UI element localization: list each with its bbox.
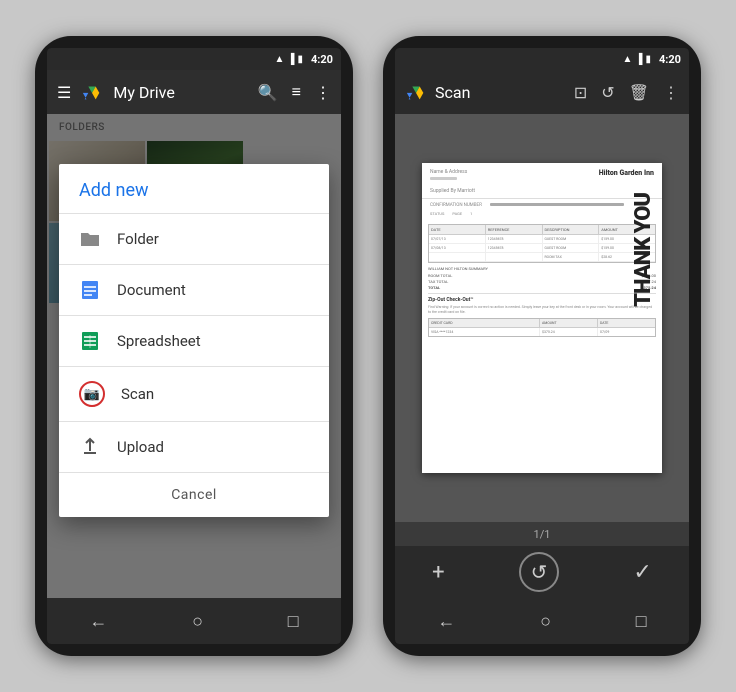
- rotate-icon[interactable]: ↺: [601, 83, 614, 102]
- signal-icon: ▐: [287, 54, 294, 65]
- battery-icon: ▮: [297, 54, 303, 65]
- retake-button[interactable]: ↺: [519, 552, 559, 592]
- back-button-right[interactable]: ←: [437, 611, 455, 632]
- add-new-modal: Add new Folder: [59, 164, 329, 517]
- scan-circle-highlight: 📷: [79, 381, 105, 407]
- wifi-icon: ▲: [274, 54, 284, 65]
- battery-icon-right: ▮: [645, 54, 651, 65]
- page-counter: 1/1: [395, 522, 689, 546]
- status-bar-left: ▲ ▐ ▮ 4:20: [47, 48, 341, 70]
- modal-item-upload[interactable]: Upload: [59, 422, 329, 472]
- modal-item-document[interactable]: Document: [59, 265, 329, 315]
- scanned-document: Name & Address Supplied By Marriott Hilt…: [422, 163, 662, 473]
- action-bar: + ↺ ✓: [395, 546, 689, 598]
- delete-icon[interactable]: 🗑: [629, 83, 649, 102]
- upload-icon: [79, 436, 101, 458]
- modal-item-spreadsheet[interactable]: Spreadsheet: [59, 316, 329, 366]
- upload-label: Upload: [117, 438, 164, 456]
- add-page-button[interactable]: +: [432, 560, 444, 585]
- phone-right: ▲ ▐ ▮ 4:20 Scan ⊡ ↺ 🗑 ⋮: [383, 36, 701, 656]
- folder-label: Folder: [117, 230, 159, 248]
- hotel-name: Hilton Garden Inn: [599, 169, 654, 178]
- toolbar-icons-left: 🔍 ≡ ⋮: [258, 82, 331, 102]
- scan-toolbar-icons: ⊡ ↺ 🗑 ⋮: [574, 83, 679, 102]
- scan-toolbar: Scan ⊡ ↺ 🗑 ⋮: [395, 70, 689, 114]
- home-button-right[interactable]: ○: [540, 611, 551, 632]
- hamburger-icon[interactable]: ☰: [57, 83, 71, 102]
- retake-icon: ↺: [531, 560, 548, 584]
- scan-title: Scan: [435, 83, 566, 102]
- bottom-nav-right: ← ○ □: [395, 598, 689, 644]
- receipt-header: Name & Address Supplied By Marriott Hilt…: [422, 163, 662, 199]
- cancel-button[interactable]: Cancel: [59, 473, 329, 517]
- status-bar-right: ▲ ▐ ▮ 4:20: [395, 48, 689, 70]
- recents-button[interactable]: □: [288, 611, 299, 632]
- wifi-icon-right: ▲: [622, 54, 632, 65]
- document-icon: [79, 279, 101, 301]
- recents-button-right[interactable]: □: [636, 611, 647, 632]
- status-icons-right: ▲ ▐ ▮: [622, 54, 651, 65]
- status-icons: ▲ ▐ ▮: [274, 54, 303, 65]
- phone-left: ▲ ▐ ▮ 4:20 ☰ My Drive 🔍 ≡ ⋮ FOLDER: [35, 36, 353, 656]
- status-time-left: 4:20: [311, 53, 333, 66]
- page-counter-text: 1/1: [534, 528, 551, 541]
- receipt-table: DATE REFERENCE DESCRIPTION AMOUNT 07/07/…: [428, 224, 656, 263]
- scan-label: Scan: [121, 385, 154, 403]
- signal-icon-right: ▐: [635, 54, 642, 65]
- back-button[interactable]: ←: [89, 611, 107, 632]
- more-icon-right[interactable]: ⋮: [663, 83, 679, 102]
- folder-icon: [79, 228, 101, 250]
- bottom-nav-left: ← ○ □: [47, 598, 341, 644]
- spreadsheet-label: Spreadsheet: [117, 332, 201, 350]
- drive-logo-right: [405, 81, 427, 103]
- modal-title: Add new: [59, 164, 329, 214]
- modal-item-scan[interactable]: 📷 Scan: [59, 367, 329, 421]
- checkout-section: Zip-Out Check-Out™ Find Warning: If your…: [428, 293, 656, 315]
- receipt-body: CONFIRMATION NUMBER STATUS PAGE 1: [422, 199, 662, 222]
- confirm-button[interactable]: ✓: [633, 560, 651, 585]
- document-viewer: Name & Address Supplied By Marriott Hilt…: [395, 114, 689, 522]
- toolbar-left: ☰ My Drive 🔍 ≡ ⋮: [47, 70, 341, 114]
- checkout-table: CREDIT CARD AMOUNT DATE VISA ****1234 $3…: [428, 318, 656, 337]
- more-icon-left[interactable]: ⋮: [315, 83, 331, 102]
- crop-icon[interactable]: ⊡: [574, 83, 587, 102]
- spreadsheet-icon: [79, 330, 101, 352]
- scan-icon: 📷: [84, 387, 100, 402]
- toolbar-title-left: My Drive: [113, 83, 247, 102]
- status-time-right: 4:20: [659, 53, 681, 66]
- drive-content: FOLDERS Add new: [47, 114, 341, 598]
- receipt-balance: WILLIAM NOT HILTON SUMMARY ROOM TOTAL $3…: [428, 266, 656, 290]
- drive-logo-left: [81, 81, 103, 103]
- phone-right-screen: ▲ ▐ ▮ 4:20 Scan ⊡ ↺ 🗑 ⋮: [395, 48, 689, 644]
- document-label: Document: [117, 281, 186, 299]
- list-icon[interactable]: ≡: [292, 82, 301, 102]
- modal-item-folder[interactable]: Folder: [59, 214, 329, 264]
- phone-left-screen: ▲ ▐ ▮ 4:20 ☰ My Drive 🔍 ≡ ⋮ FOLDER: [47, 48, 341, 644]
- search-icon-left[interactable]: 🔍: [258, 83, 278, 102]
- home-button[interactable]: ○: [192, 611, 203, 632]
- receipt-left: Name & Address Supplied By Marriott: [430, 169, 475, 194]
- thank-you-text: THANK YOU: [632, 193, 656, 307]
- modal-overlay[interactable]: Add new Folder: [47, 114, 341, 598]
